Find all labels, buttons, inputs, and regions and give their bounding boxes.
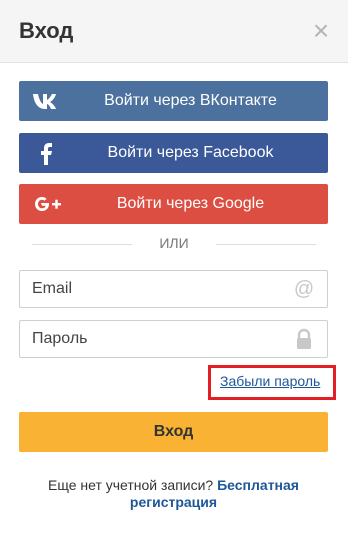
signup-prompt-text: Еще нет учетной записи? (48, 477, 214, 493)
password-field-container (19, 320, 328, 358)
divider-text: ИЛИ (159, 235, 189, 251)
facebook-login-button[interactable]: Войти через Facebook (19, 133, 328, 173)
lock-icon (297, 328, 311, 349)
google-login-button[interactable]: Войти через Google (19, 184, 328, 224)
dialog-title: Вход (19, 18, 74, 43)
close-icon[interactable]: × (309, 17, 333, 45)
vk-login-label: Войти через ВКонтакте (104, 92, 277, 109)
signup-prompt: Еще нет учетной записи? Бесплатная регис… (19, 477, 328, 511)
divider-line-right (216, 244, 316, 245)
email-field-container: @ (19, 270, 328, 308)
vk-login-button[interactable]: Войти через ВКонтакте (19, 81, 328, 121)
login-button[interactable]: Вход (19, 412, 328, 452)
forgot-password-link[interactable]: Забыли пароль (220, 373, 320, 389)
password-field[interactable] (32, 321, 282, 357)
google-login-label: Войти через Google (116, 195, 265, 212)
email-field[interactable] (32, 271, 282, 307)
facebook-login-label: Войти через Facebook (107, 144, 274, 161)
or-divider: ИЛИ (32, 235, 316, 251)
dialog-header: Вход × (0, 0, 348, 63)
at-icon: @ (293, 278, 315, 300)
